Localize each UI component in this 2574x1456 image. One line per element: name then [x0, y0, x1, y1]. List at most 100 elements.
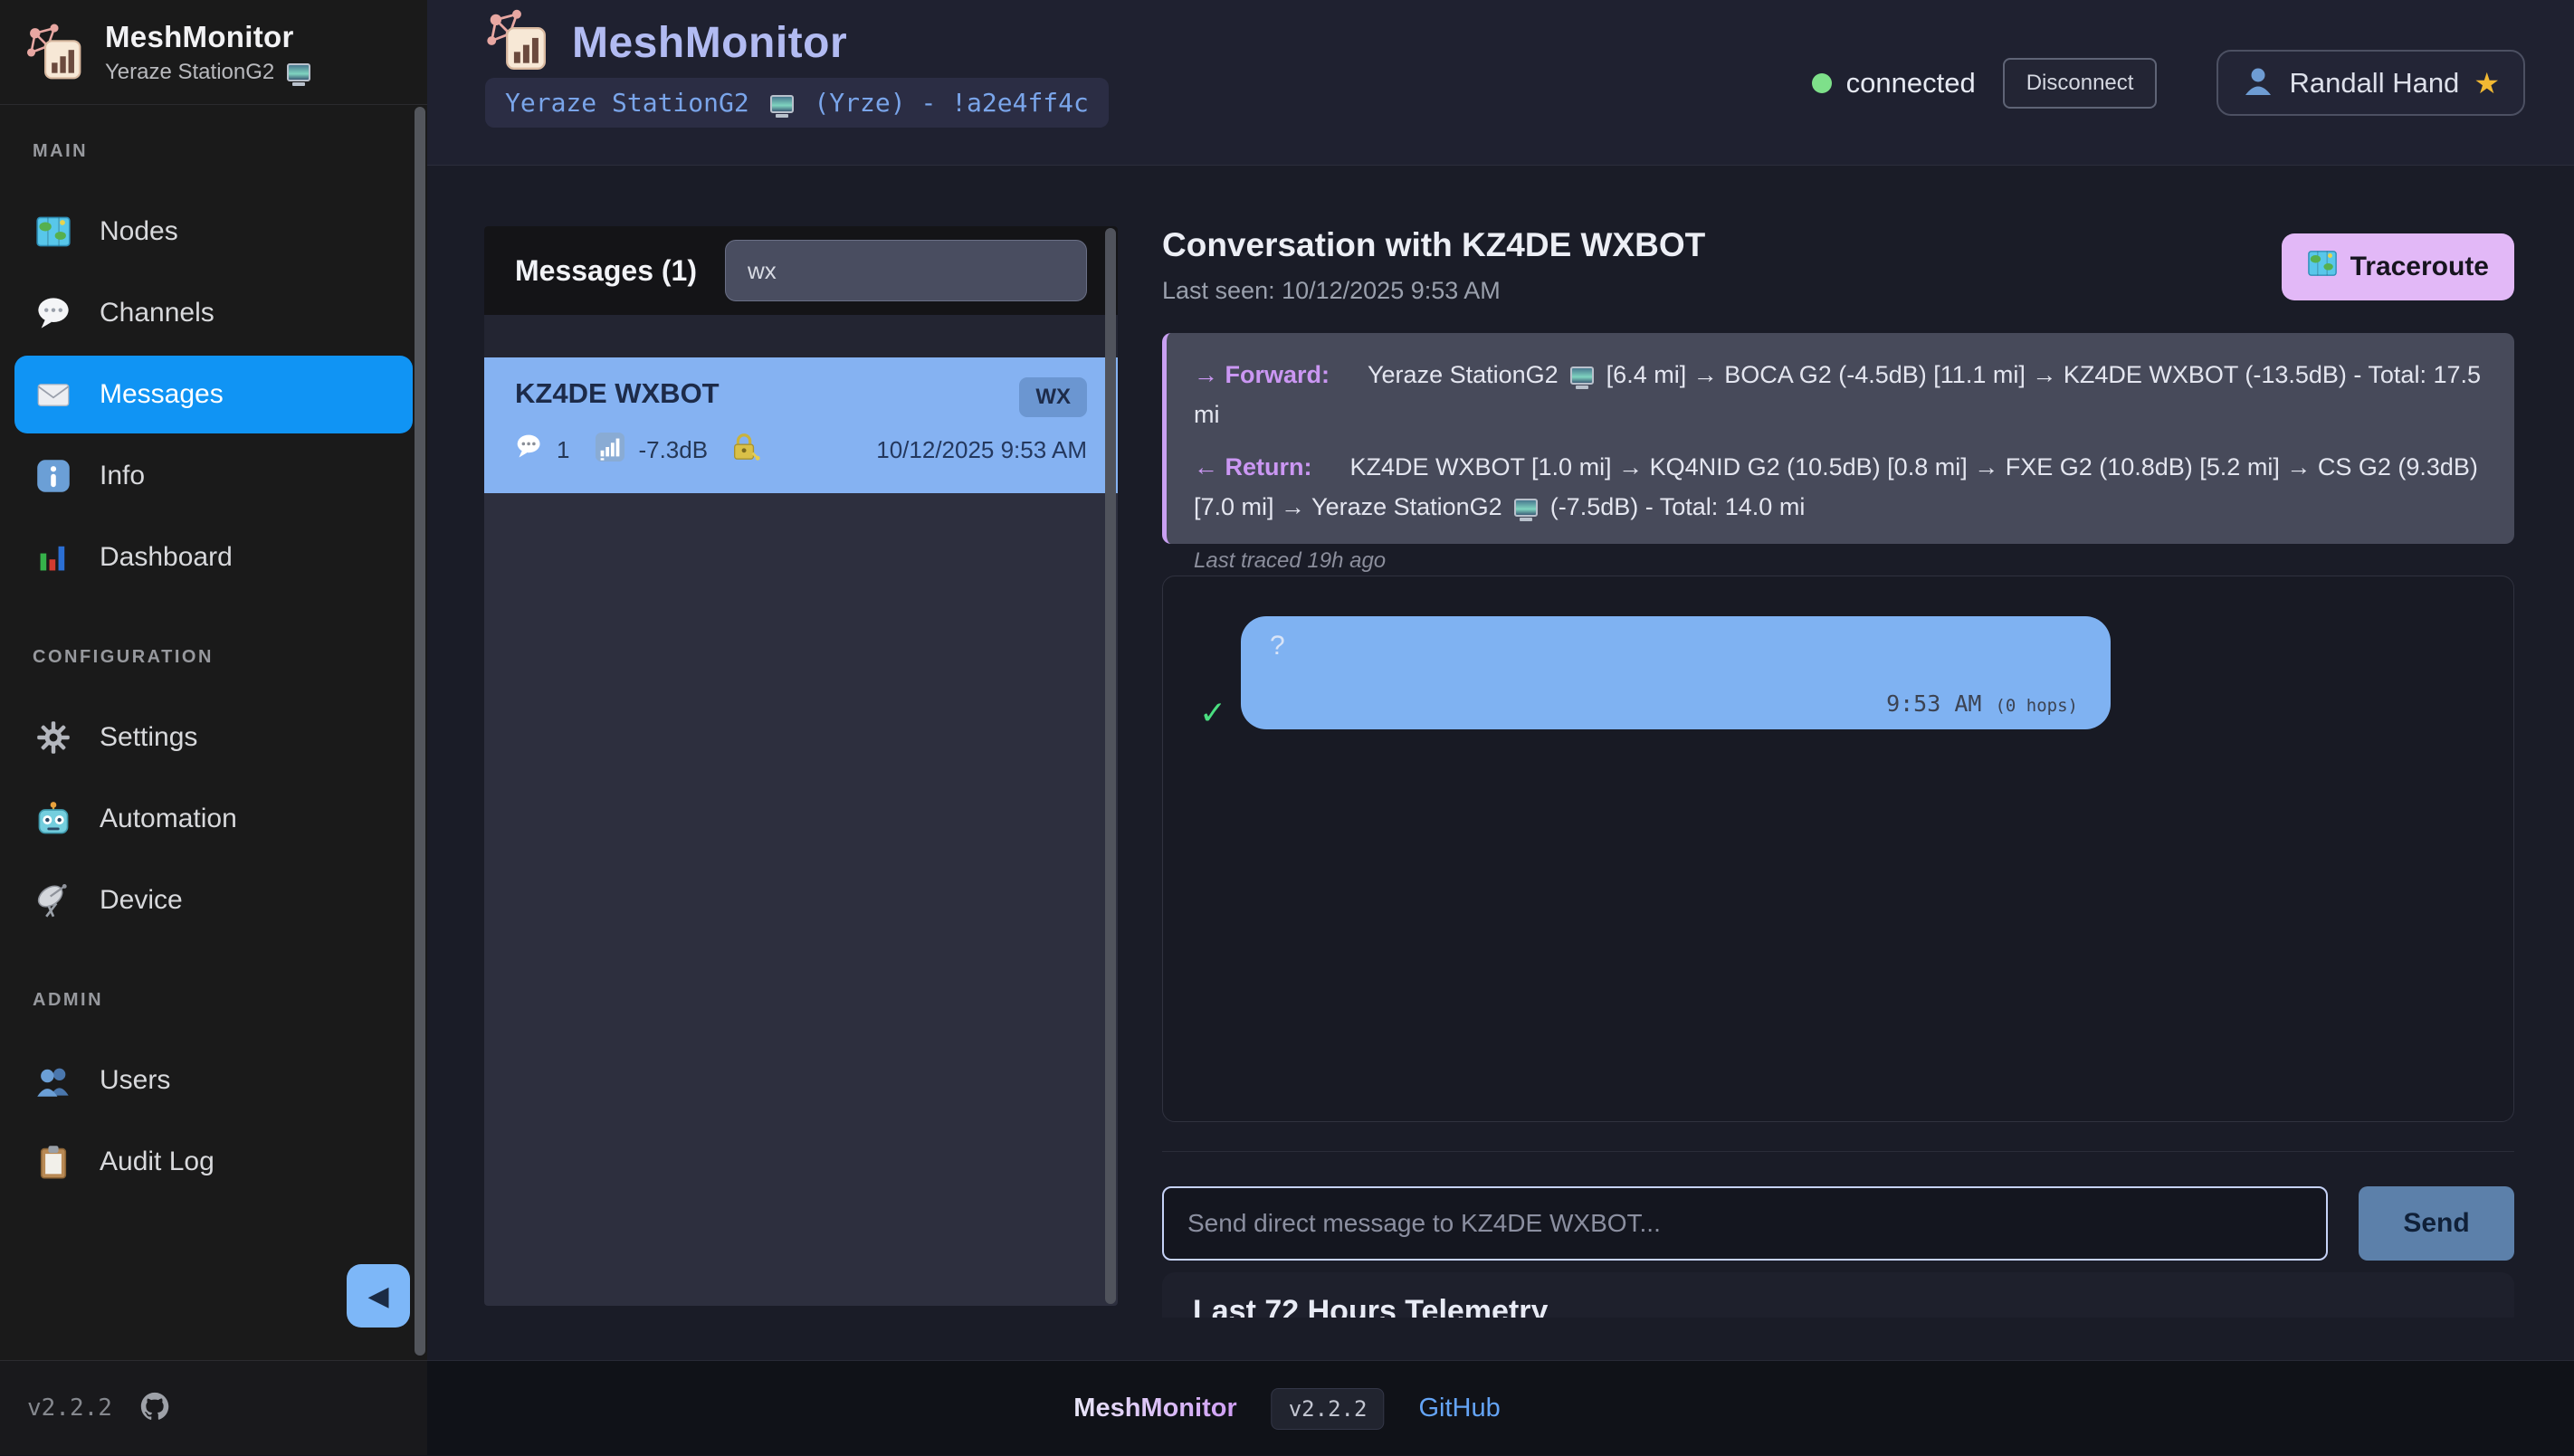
- meshmonitor-logo-icon: [483, 7, 550, 79]
- message-time: 9:53 AM: [1886, 690, 1981, 717]
- main-area: MeshMonitor Yeraze StationG2 (Yrze) - !a…: [427, 0, 2574, 1455]
- content-area: Messages (1) KZ4DE WXBOT WX 1: [427, 166, 2574, 1360]
- desktop-computer-icon: [770, 95, 794, 113]
- message-hops: (0 hops): [1995, 696, 2078, 716]
- page-title: MeshMonitor: [572, 18, 847, 68]
- messages-panel-title: Messages (1): [515, 254, 697, 288]
- satellite-antenna-icon: [34, 881, 72, 919]
- user-menu-chip[interactable]: Randall Hand ★: [2216, 50, 2525, 116]
- messages-search-input[interactable]: [725, 240, 1087, 301]
- messages-list-scrollbar[interactable]: [1105, 228, 1116, 1304]
- conversation-item-badge: WX: [1019, 377, 1087, 417]
- route-forward-line: → Forward:Yeraze StationG2 [6.4 mi] → BO…: [1194, 355, 2487, 434]
- conversation-item-meta: 1 -7.3dB: [515, 432, 760, 469]
- sidebar-version: v2.2.2: [27, 1394, 112, 1422]
- route-info-box: → Forward:Yeraze StationG2 [6.4 mi] → BO…: [1162, 333, 2514, 544]
- sidebar-item-label: Channels: [100, 298, 214, 328]
- sidebar-section-configuration: CONFIGURATION: [0, 647, 427, 668]
- route-forward-label: → Forward:: [1194, 361, 1330, 388]
- sidebar-item-audit-log[interactable]: Audit Log: [14, 1123, 413, 1201]
- sidebar: MeshMonitor Yeraze StationG2 MAIN Nodes …: [0, 0, 427, 1455]
- footer-github-link[interactable]: GitHub: [1418, 1394, 1500, 1423]
- sidebar-item-label: Messages: [100, 379, 224, 410]
- sidebar-item-device[interactable]: Device: [14, 861, 413, 939]
- information-icon: [34, 457, 72, 495]
- github-octocat-icon[interactable]: [136, 1387, 174, 1430]
- footer-content: MeshMonitor v2.2.2 GitHub: [1073, 1361, 1500, 1456]
- station-badge[interactable]: Yeraze StationG2 (Yrze) - !a2e4ff4c: [485, 78, 1109, 128]
- conversation-item-timestamp: 10/12/2025 9:53 AM: [876, 436, 1087, 464]
- envelope-icon: [34, 376, 72, 414]
- sidebar-item-label: Users: [100, 1065, 170, 1096]
- sidebar-nav: MAIN Nodes Channels Messages: [0, 105, 427, 1201]
- ack-check-icon: ✓: [1199, 694, 1226, 732]
- sidebar-section-admin: ADMIN: [0, 990, 427, 1011]
- sidebar-item-label: Automation: [100, 804, 237, 834]
- chevron-left-icon: ◀: [367, 1280, 388, 1312]
- header-brand: MeshMonitor: [483, 7, 847, 79]
- route-return-label: ← Return:: [1194, 453, 1312, 481]
- send-button[interactable]: Send: [2359, 1186, 2514, 1261]
- conversation-header: Conversation with KZ4DE WXBOT Last seen:…: [1162, 226, 2514, 305]
- disconnect-button[interactable]: Disconnect: [2003, 58, 2158, 109]
- snr-value: -7.3dB: [638, 436, 708, 464]
- messages-panel-header: Messages (1): [484, 226, 1118, 315]
- route-return-text: KZ4DE WXBOT [1.0 mi] → KQ4NID G2 (10.5dB…: [1194, 453, 2478, 520]
- desktop-computer-icon: [287, 63, 310, 81]
- direct-message-input[interactable]: [1162, 1186, 2328, 1261]
- sidebar-item-automation[interactable]: Automation: [14, 780, 413, 858]
- message-timestamp: 9:53 AM (0 hops): [1886, 690, 2078, 717]
- sidebar-station-subtitle: Yeraze StationG2: [105, 60, 316, 85]
- traceroute-button[interactable]: Traceroute: [2282, 233, 2514, 300]
- locked-with-key-icon: [729, 432, 760, 469]
- sidebar-item-nodes[interactable]: Nodes: [14, 193, 413, 271]
- telemetry-title: Last 72 Hours Telemetry: [1193, 1294, 2483, 1318]
- sidebar-scrollbar[interactable]: [415, 107, 425, 1356]
- desktop-computer-icon: [1570, 366, 1594, 385]
- sidebar-footer: v2.2.2: [0, 1360, 427, 1455]
- user-name: Randall Hand: [2289, 67, 2459, 100]
- speech-balloon-icon: [515, 433, 544, 468]
- speech-balloon-icon: [34, 294, 72, 332]
- sidebar-header: MeshMonitor Yeraze StationG2: [0, 0, 427, 105]
- clipboard-icon: [34, 1143, 72, 1181]
- sidebar-item-messages[interactable]: Messages: [14, 356, 413, 433]
- meshmonitor-logo-icon: [24, 22, 85, 83]
- sidebar-item-dashboard[interactable]: Dashboard: [14, 519, 413, 596]
- connected-status-dot: [1812, 73, 1832, 93]
- sidebar-item-label: Dashboard: [100, 542, 233, 573]
- composer-divider: [1162, 1151, 2514, 1152]
- message-count: 1: [557, 436, 569, 464]
- sidebar-item-label: Settings: [100, 722, 197, 753]
- desktop-computer-icon: [1514, 499, 1538, 517]
- conversation-item-name: KZ4DE WXBOT: [515, 377, 720, 410]
- telemetry-panel: Last 72 Hours Telemetry: [1162, 1272, 2514, 1318]
- sidebar-section-main: MAIN: [0, 141, 427, 162]
- sidebar-item-info[interactable]: Info: [14, 437, 413, 515]
- sidebar-item-users[interactable]: Users: [14, 1042, 413, 1119]
- conversation-list-item-selected[interactable]: KZ4DE WXBOT WX 1 -7.3dB: [484, 357, 1118, 493]
- sidebar-item-label: Nodes: [100, 216, 178, 247]
- sidebar-item-settings[interactable]: Settings: [14, 699, 413, 776]
- message-text: ?: [1270, 631, 1285, 661]
- message-bubble-outgoing: ? 9:53 AM (0 hops): [1241, 616, 2111, 729]
- bust-icon: [2242, 64, 2274, 101]
- messages-panel: Messages (1) KZ4DE WXBOT WX 1: [484, 226, 1118, 1306]
- star-icon: ★: [2474, 66, 2500, 100]
- world-map-icon: [34, 213, 72, 251]
- sidebar-item-label: Info: [100, 461, 145, 491]
- gear-icon: [34, 718, 72, 757]
- sidebar-app-title: MeshMonitor: [105, 20, 316, 54]
- world-map-icon: [2307, 248, 2338, 286]
- signal-bars-icon: [595, 432, 625, 469]
- sidebar-collapse-button[interactable]: ◀: [347, 1264, 410, 1328]
- route-return-line: ← Return:KZ4DE WXBOT [1.0 mi] → KQ4NID G…: [1194, 447, 2487, 527]
- sidebar-item-label: Audit Log: [100, 1147, 214, 1177]
- footer-app-name: MeshMonitor: [1073, 1394, 1236, 1423]
- sidebar-item-channels[interactable]: Channels: [14, 274, 413, 352]
- route-forward-text: Yeraze StationG2 [6.4 mi] → BOCA G2 (-4.…: [1194, 361, 2481, 428]
- message-thread-container: ? 9:53 AM (0 hops) ✓: [1162, 576, 2514, 1122]
- header-right-cluster: connected Disconnect Randall Hand ★: [1812, 0, 2525, 166]
- app-header: MeshMonitor Yeraze StationG2 (Yrze) - !a…: [427, 0, 2574, 166]
- messages-list-gap: [484, 315, 1118, 357]
